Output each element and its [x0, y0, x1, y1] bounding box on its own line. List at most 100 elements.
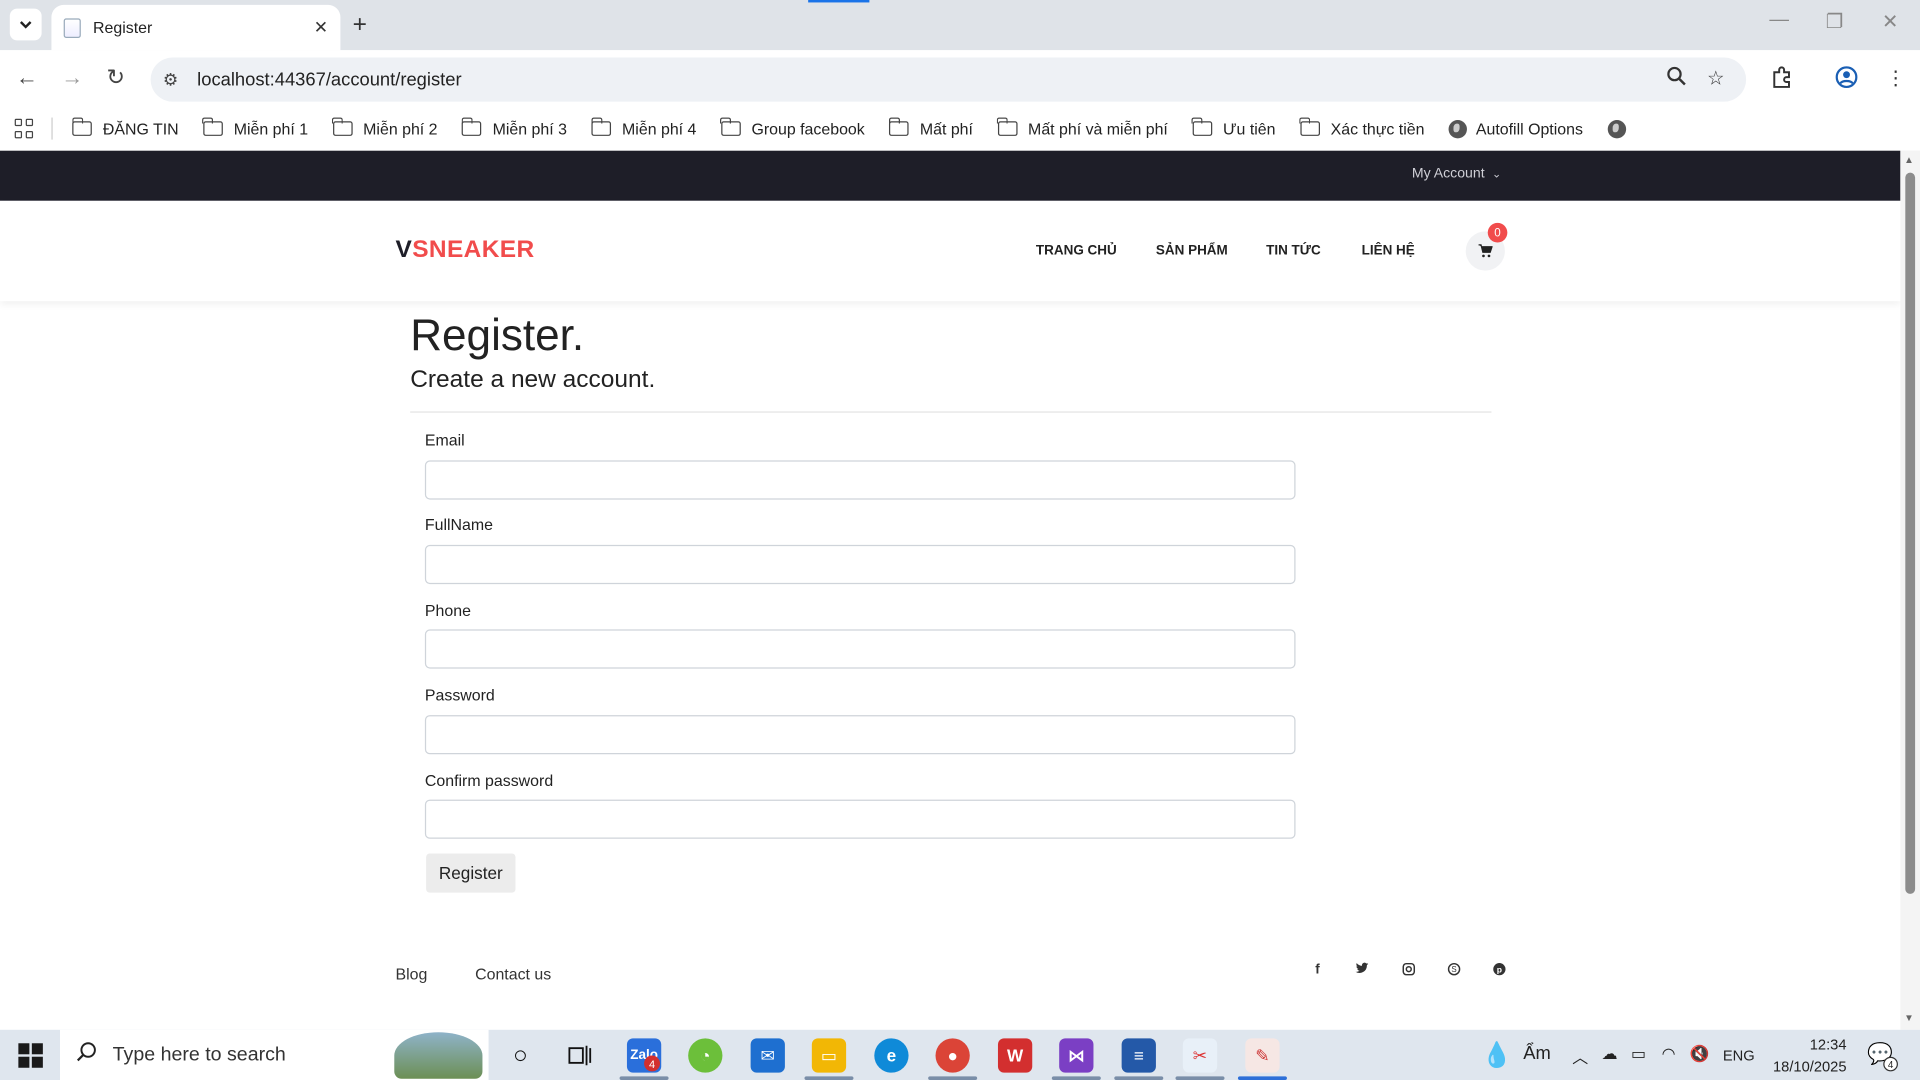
nav-tin-tuc[interactable]: TIN TỨC — [1266, 244, 1321, 259]
wps-office-icon[interactable]: W — [997, 1038, 1033, 1073]
chrome-icon[interactable]: ● — [935, 1038, 970, 1073]
scroll-thumb[interactable] — [1905, 172, 1916, 894]
bookmark-label: Ưu tiên — [1222, 119, 1276, 138]
bookmark-label: Miễn phí 4 — [622, 119, 697, 138]
taskbar-clock[interactable]: 12:34 18/10/2025 — [1768, 1033, 1847, 1077]
green-app-icon[interactable]: ◔ — [688, 1038, 723, 1073]
bookmark-folder-uu-tien[interactable]: Ưu tiên — [1191, 117, 1276, 138]
pinterest-icon[interactable]: p — [1490, 962, 1507, 979]
page-scrollbar[interactable]: ▲ ▼ — [1900, 150, 1920, 1030]
tab-search-button[interactable] — [9, 8, 42, 41]
globe-icon — [1607, 119, 1626, 138]
site-logo[interactable]: VSNEAKER — [396, 236, 535, 264]
address-bar[interactable]: ⚙ localhost:44367/account/register — [150, 57, 1747, 102]
zoom-icon[interactable] — [1667, 66, 1687, 92]
cart-icon — [1478, 244, 1493, 258]
nav-trang-chu[interactable]: TRANG CHỦ — [1036, 244, 1117, 259]
taskbar-search[interactable]: Type here to search — [60, 1029, 489, 1080]
bookmark-label: Xác thực tiền — [1330, 119, 1425, 138]
instagram-icon[interactable] — [1400, 962, 1417, 979]
password-label: Password — [424, 685, 495, 705]
app-running-indicator — [804, 1076, 854, 1080]
address-url[interactable]: localhost:44367/account/register — [197, 69, 461, 90]
volume-muted-icon[interactable]: 🔇 — [1690, 1044, 1710, 1064]
language-indicator[interactable]: ENG — [1723, 1047, 1755, 1064]
nav-san-pham[interactable]: SẢN PHẨM — [1156, 244, 1228, 259]
bookmark-star-icon[interactable]: ☆ — [1707, 66, 1725, 90]
bookmark-folder-mien-phi-4[interactable]: Miễn phí 4 — [590, 117, 697, 138]
folder-icon — [202, 117, 223, 136]
footer-link-blog[interactable]: Blog — [396, 965, 428, 983]
bookmark-globe[interactable] — [1607, 119, 1634, 138]
visual-studio-icon[interactable]: ⋈ — [1059, 1038, 1094, 1073]
bookmark-autofill-options[interactable]: Autofill Options — [1448, 119, 1583, 138]
bookmark-folder-group-facebook[interactable]: Group facebook — [720, 117, 865, 138]
forward-icon[interactable]: → — [61, 65, 83, 91]
task-view-icon[interactable] — [563, 1038, 597, 1072]
profile-icon[interactable] — [1835, 66, 1858, 94]
bookmark-label: ĐĂNG TIN — [102, 119, 179, 138]
cortana-icon[interactable]: ○ — [503, 1038, 537, 1072]
search-highlight-image — [394, 1032, 483, 1079]
my-account-dropdown[interactable]: My Account ⌄ — [1412, 167, 1501, 182]
password-field[interactable] — [424, 715, 1296, 755]
snipping-tool-icon[interactable]: ✂ — [1182, 1038, 1218, 1073]
svg-text:p: p — [1496, 964, 1501, 974]
restore-icon[interactable]: ❐ — [1826, 10, 1844, 34]
search-placeholder: Type here to search — [112, 1043, 286, 1065]
bookmark-folder-mien-phi-2[interactable]: Miễn phí 2 — [331, 117, 438, 138]
tray-expand-icon[interactable]: ︿ — [1572, 1044, 1588, 1067]
reload-icon[interactable]: ↻ — [107, 65, 125, 91]
divider — [410, 411, 1492, 413]
site-top-bar: My Account ⌄ — [0, 150, 1901, 201]
register-button[interactable]: Register — [426, 853, 516, 893]
close-tab-icon[interactable]: ✕ — [314, 17, 328, 38]
site-settings-icon[interactable]: ⚙ — [163, 69, 187, 90]
paint-app-icon[interactable]: ✎ — [1245, 1038, 1280, 1073]
twitter-icon[interactable] — [1353, 962, 1370, 978]
tab-title: Register — [93, 18, 153, 37]
apps-grid-icon[interactable] — [14, 118, 35, 139]
footer-link-contact[interactable]: Contact us — [475, 965, 551, 983]
bookmark-folder-xac-thuc-tien[interactable]: Xác thực tiền — [1299, 117, 1425, 138]
back-icon[interactable]: ← — [16, 65, 38, 91]
browser-tab-strip: Register ✕ + — ❐ ✕ — [0, 0, 1920, 51]
bookmark-folder-mat-phi-va-mien-phi[interactable]: Mất phí và miễn phí — [996, 117, 1168, 138]
weather-text[interactable]: Ẩm — [1523, 1043, 1551, 1064]
bookmark-label: Autofill Options — [1475, 119, 1583, 138]
scroll-down-icon[interactable]: ▼ — [1904, 1013, 1914, 1024]
window-close-icon[interactable]: ✕ — [1882, 10, 1898, 34]
mail-icon[interactable]: ✉ — [750, 1038, 785, 1073]
new-tab-button[interactable]: + — [353, 11, 367, 39]
phone-field[interactable] — [424, 629, 1296, 669]
bookmark-folder-mien-phi-1[interactable]: Miễn phí 1 — [202, 117, 308, 138]
bookmark-label: Miễn phí 2 — [363, 119, 438, 138]
nav-lien-he[interactable]: LIÊN HỆ — [1362, 244, 1415, 259]
wifi-icon[interactable]: ◠ — [1662, 1044, 1676, 1064]
confirm-password-field[interactable] — [424, 799, 1296, 839]
folder-icon — [888, 117, 909, 136]
tab-register[interactable]: Register ✕ — [51, 4, 341, 51]
bookmark-folder-mien-phi-3[interactable]: Miễn phí 3 — [461, 117, 567, 138]
facebook-icon[interactable]: f — [1309, 962, 1326, 977]
folder-icon — [590, 117, 612, 136]
file-explorer-icon[interactable]: ▭ — [811, 1038, 847, 1073]
windows-start-icon[interactable] — [18, 1043, 43, 1068]
email-field[interactable] — [424, 460, 1296, 500]
bookmark-folder-mat-phi[interactable]: Mất phí — [888, 117, 973, 138]
onedrive-icon[interactable]: ☁ — [1602, 1044, 1618, 1064]
browser-menu-icon[interactable]: ⋮ — [1886, 66, 1906, 90]
skype-icon[interactable]: S — [1445, 962, 1462, 979]
browser-toolbar: ← → ↻ ⚙ localhost:44367/account/register… — [0, 50, 1920, 107]
fullname-field[interactable] — [424, 544, 1296, 585]
edge-icon[interactable]: e — [874, 1038, 909, 1073]
confirm-password-label: Confirm password — [424, 771, 554, 790]
bookmark-folder-dang-tin[interactable]: ĐĂNG TIN — [71, 117, 179, 138]
database-app-icon[interactable]: ≡ — [1121, 1038, 1156, 1073]
battery-icon[interactable]: ▭ — [1631, 1044, 1646, 1064]
weather-icon[interactable]: 💧 — [1482, 1040, 1512, 1071]
minimize-icon[interactable]: — — [1769, 10, 1789, 32]
scroll-up-icon[interactable]: ▲ — [1904, 154, 1914, 165]
bookmarks-bar: ĐĂNG TIN Miễn phí 1 Miễn phí 2 Miễn phí … — [0, 106, 1920, 151]
extensions-icon[interactable] — [1771, 66, 1793, 94]
